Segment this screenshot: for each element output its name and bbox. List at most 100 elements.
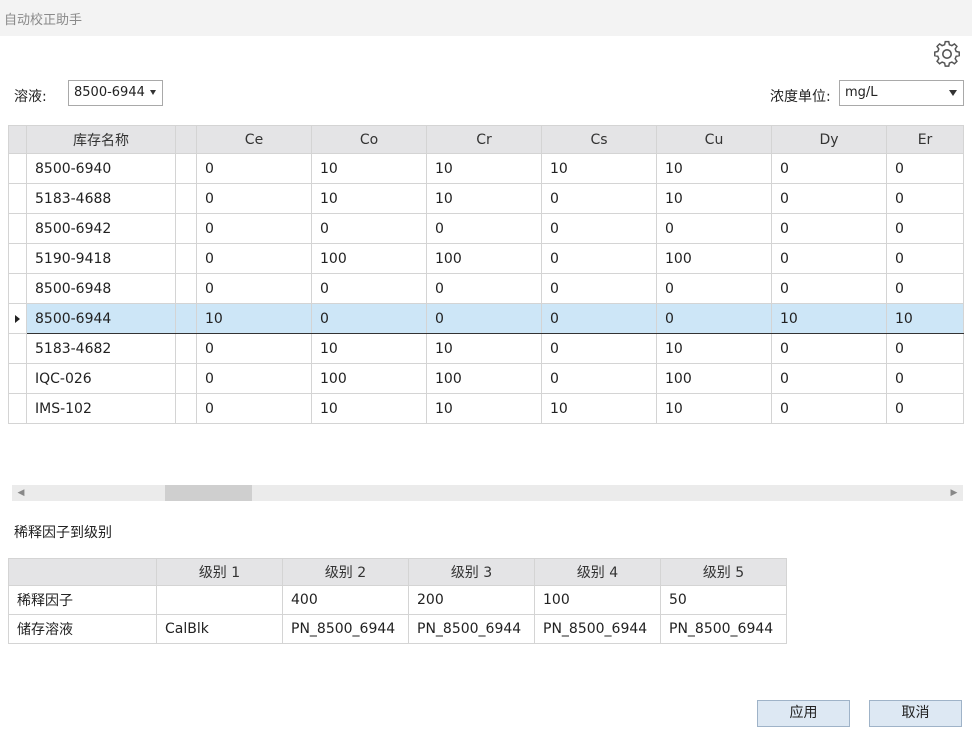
concentration-cell[interactable]: 10 [541,393,657,424]
column-header-cs[interactable]: Cs [541,125,657,154]
concentration-cell[interactable]: 0 [541,363,657,394]
concentration-cell[interactable]: 0 [886,153,964,184]
row-selector[interactable] [8,153,27,184]
table-row[interactable]: IMS-102 0 10 10 10 10 0 0 [8,393,964,424]
concentration-cell[interactable]: 0 [886,363,964,394]
row-selector[interactable] [8,303,27,334]
inventory-name-cell[interactable]: 8500-6944 [26,303,176,334]
concentration-cell[interactable]: 10 [311,153,427,184]
concentration-cell[interactable]: 0 [541,183,657,214]
row-selector[interactable] [8,333,27,364]
concentration-cell[interactable]: 0 [196,243,312,274]
scrollbar-thumb[interactable] [165,485,252,501]
column-header-er[interactable]: Er [886,125,964,154]
concentration-cell[interactable]: 0 [541,303,657,334]
concentration-cell[interactable]: 10 [886,303,964,334]
table-row[interactable]: 8500-6942 0 0 0 0 0 0 0 [8,213,964,244]
concentration-cell[interactable]: 0 [196,393,312,424]
cancel-button[interactable]: 取消 [869,700,962,727]
concentration-cell[interactable]: 0 [541,243,657,274]
level-value-cell[interactable]: PN_8500_6944 [408,614,535,644]
concentration-cell[interactable]: 100 [656,243,772,274]
concentration-cell[interactable]: 0 [426,213,542,244]
concentration-cell[interactable]: 10 [426,183,542,214]
concentration-cell[interactable]: 100 [426,363,542,394]
level-value-cell[interactable]: 50 [660,585,787,615]
column-header-name[interactable]: 库存名称 [26,125,176,154]
level-value-cell[interactable] [156,585,283,615]
column-header-ce[interactable]: Ce [196,125,312,154]
concentration-cell[interactable]: 10 [656,183,772,214]
table-row[interactable]: 8500-6940 0 10 10 10 10 0 0 [8,153,964,184]
row-selector[interactable] [8,213,27,244]
concentration-cell[interactable]: 0 [886,393,964,424]
concentration-cell[interactable]: 0 [196,333,312,364]
concentration-cell[interactable]: 10 [426,333,542,364]
concentration-cell[interactable]: 10 [541,153,657,184]
concentration-cell[interactable]: 0 [196,273,312,304]
concentration-cell[interactable]: 0 [196,153,312,184]
concentration-cell[interactable]: 10 [311,393,427,424]
concentration-cell[interactable]: 0 [541,333,657,364]
inventory-name-cell[interactable]: 5183-4682 [26,333,176,364]
row-selector[interactable] [8,363,27,394]
table-row[interactable]: 5183-4688 0 10 10 0 10 0 0 [8,183,964,214]
concentration-cell[interactable]: 0 [771,393,887,424]
concentration-cell[interactable]: 0 [886,183,964,214]
concentration-cell[interactable]: 100 [311,363,427,394]
inventory-name-cell[interactable]: IMS-102 [26,393,176,424]
horizontal-scrollbar[interactable]: ◀ ▶ [12,485,963,501]
row-selector[interactable] [8,183,27,214]
concentration-cell[interactable]: 0 [771,213,887,244]
concentration-cell[interactable]: 0 [656,273,772,304]
inventory-name-cell[interactable]: 5190-9418 [26,243,176,274]
concentration-cell[interactable]: 0 [656,213,772,244]
column-header-dy[interactable]: Dy [771,125,887,154]
row-selector[interactable] [8,273,27,304]
concentration-cell[interactable]: 10 [196,303,312,334]
concentration-cell[interactable]: 0 [771,333,887,364]
concentration-cell[interactable]: 0 [311,303,427,334]
concentration-cell[interactable]: 10 [656,153,772,184]
concentration-cell[interactable]: 0 [541,273,657,304]
concentration-cell[interactable]: 0 [426,303,542,334]
column-header-cr[interactable]: Cr [426,125,542,154]
level-value-cell[interactable]: 400 [282,585,409,615]
unit-select[interactable]: mg/L [839,80,964,106]
concentration-cell[interactable]: 0 [426,273,542,304]
inventory-name-cell[interactable]: 5183-4688 [26,183,176,214]
concentration-cell[interactable]: 0 [771,153,887,184]
concentration-cell[interactable]: 100 [311,243,427,274]
chevron-left-icon[interactable]: ◀ [14,485,28,501]
table-row[interactable]: 8500-6948 0 0 0 0 0 0 0 [8,273,964,304]
column-header-cu[interactable]: Cu [656,125,772,154]
concentration-cell[interactable]: 0 [541,213,657,244]
concentration-cell[interactable]: 0 [771,243,887,274]
row-selector[interactable] [8,243,27,274]
gear-icon[interactable] [932,39,962,69]
concentration-cell[interactable]: 0 [886,273,964,304]
concentration-cell[interactable]: 100 [426,243,542,274]
level-value-cell[interactable]: PN_8500_6944 [282,614,409,644]
concentration-cell[interactable]: 0 [771,273,887,304]
concentration-cell[interactable]: 0 [886,333,964,364]
level-value-cell[interactable]: CalBlk [156,614,283,644]
inventory-name-cell[interactable]: 8500-6940 [26,153,176,184]
table-row[interactable]: 5190-9418 0 100 100 0 100 0 0 [8,243,964,274]
concentration-cell[interactable]: 0 [771,363,887,394]
concentration-cell[interactable]: 0 [196,213,312,244]
concentration-cell[interactable]: 100 [656,363,772,394]
table-row[interactable]: IQC-026 0 100 100 0 100 0 0 [8,363,964,394]
level-value-cell[interactable]: PN_8500_6944 [534,614,661,644]
concentration-cell[interactable]: 0 [771,183,887,214]
concentration-cell[interactable]: 10 [771,303,887,334]
table-row[interactable]: 5183-4682 0 10 10 0 10 0 0 [8,333,964,364]
table-row[interactable]: 8500-6944 10 0 0 0 0 10 10 [8,303,964,334]
inventory-name-cell[interactable]: 8500-6948 [26,273,176,304]
level-value-cell[interactable]: PN_8500_6944 [660,614,787,644]
concentration-cell[interactable]: 10 [426,393,542,424]
inventory-name-cell[interactable]: IQC-026 [26,363,176,394]
concentration-cell[interactable]: 10 [426,153,542,184]
solution-select[interactable]: 8500-6944 [68,80,163,106]
concentration-cell[interactable]: 0 [196,183,312,214]
